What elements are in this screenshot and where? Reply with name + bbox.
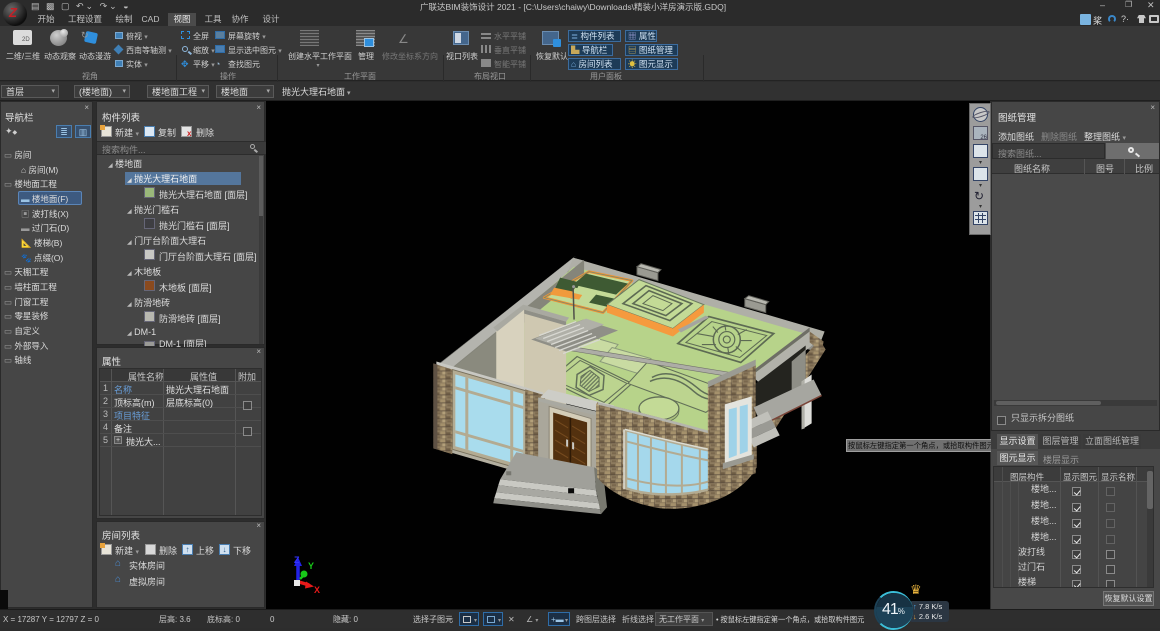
svg-text:Y: Y [308,561,314,571]
svg-text:X: X [314,585,320,595]
svg-text:Z: Z [294,555,300,565]
